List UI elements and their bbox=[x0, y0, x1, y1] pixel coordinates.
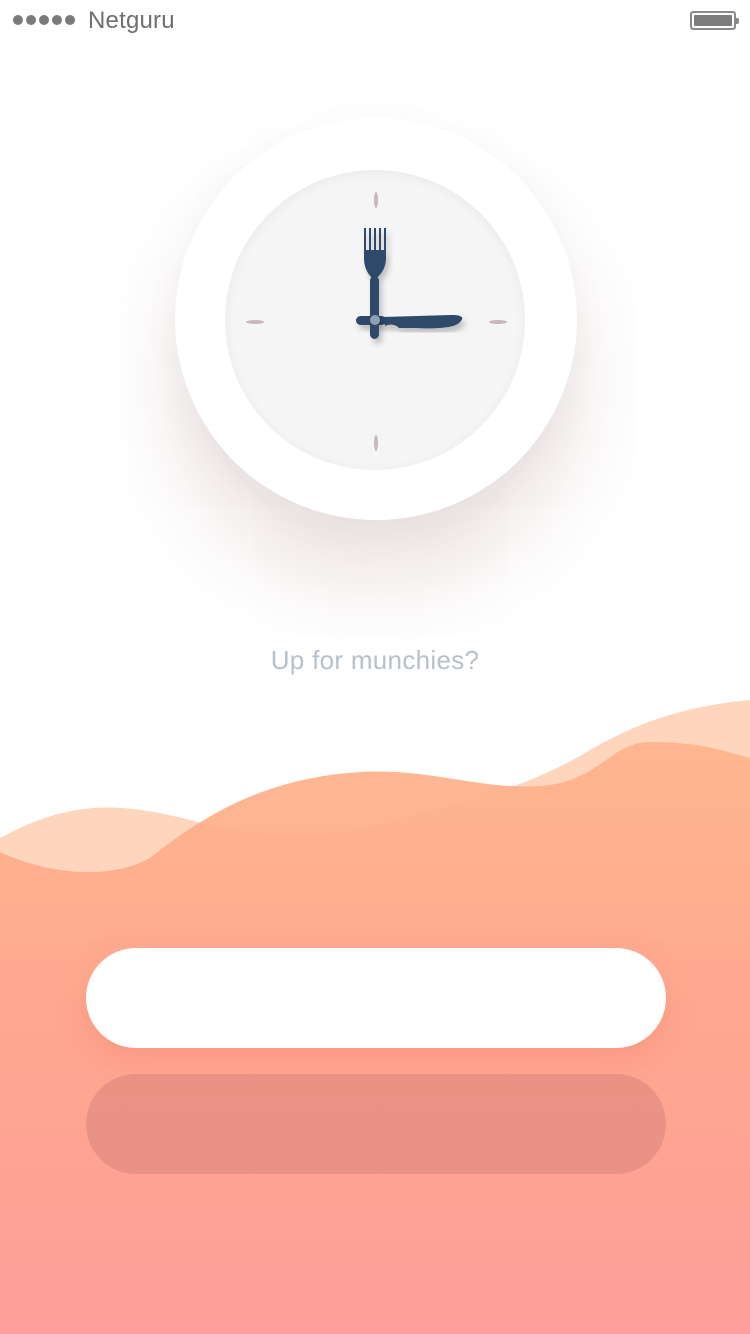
hour-marker-icon bbox=[374, 192, 378, 208]
carrier-name: Netguru bbox=[88, 7, 175, 34]
signal-dot bbox=[39, 15, 49, 25]
clock-center-pin bbox=[370, 315, 380, 325]
battery-level bbox=[694, 15, 732, 26]
tagline: Up for munchies? bbox=[270, 645, 480, 675]
primary-button[interactable] bbox=[86, 948, 666, 1048]
status-bar: Netguru bbox=[0, 0, 750, 40]
secondary-button[interactable] bbox=[86, 1074, 666, 1174]
hour-marker-icon bbox=[374, 435, 378, 451]
signal-dot bbox=[52, 15, 62, 25]
hour-marker-icon bbox=[246, 320, 264, 324]
hour-marker-icon bbox=[489, 320, 507, 324]
battery-tip bbox=[736, 18, 739, 24]
clock-hands bbox=[246, 192, 507, 451]
signal-strength-icon bbox=[13, 15, 75, 25]
signal-dot bbox=[13, 15, 23, 25]
clock-illustration bbox=[175, 118, 577, 520]
signal-dot bbox=[26, 15, 36, 25]
battery-icon bbox=[690, 11, 739, 30]
signal-dot bbox=[65, 15, 75, 25]
